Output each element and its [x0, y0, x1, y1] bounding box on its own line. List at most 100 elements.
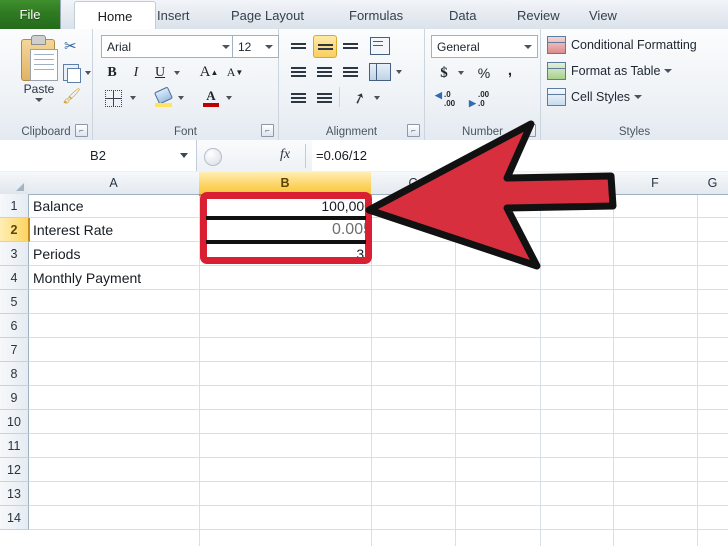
top-align-icon — [290, 42, 306, 49]
cell-a4[interactable]: Monthly Payment — [28, 266, 209, 289]
formula-input[interactable]: =0.06/12 — [312, 140, 728, 171]
chevron-down-icon — [374, 95, 380, 100]
underline-dropdown[interactable] — [171, 62, 183, 83]
cell-a1[interactable]: Balance — [28, 194, 209, 217]
font-size-select[interactable]: 12 — [232, 35, 279, 58]
chevron-down-icon — [178, 96, 184, 100]
row-header-3[interactable]: 3 — [0, 242, 29, 266]
cell-a3[interactable]: Periods — [28, 242, 209, 265]
conditional-formatting-button[interactable]: Conditional Formatting — [547, 34, 697, 56]
shrink-font-letter: A — [226, 65, 236, 79]
increase-decimal-button[interactable]: ◀ .0 .00 — [433, 88, 463, 110]
font-name-value: Arial — [107, 39, 132, 54]
bold-button[interactable]: B — [101, 62, 123, 83]
column-header-d[interactable]: D — [455, 172, 541, 194]
number-dialog-launcher[interactable]: ⌐ — [523, 124, 536, 137]
font-name-select[interactable]: Arial — [101, 35, 236, 58]
row-header-11[interactable]: 11 — [0, 434, 29, 458]
group-label-styles: Styles — [618, 126, 651, 138]
name-box[interactable]: B2 — [0, 140, 197, 171]
decrease-decimal-button[interactable]: ▶ .00 .0 — [467, 88, 497, 110]
format-as-table-button[interactable]: Format as Table — [547, 60, 673, 82]
row-header-4[interactable]: 4 — [0, 266, 29, 290]
tab-formulas[interactable]: Formulas — [340, 2, 412, 29]
ribbon-group-font: Arial 12 B I U A ▲ A ▼ A Font ⌐ — [93, 29, 279, 140]
row-header-10[interactable]: 10 — [0, 410, 29, 434]
paste-button[interactable]: Paste — [14, 35, 64, 102]
spreadsheet-grid[interactable]: A B C D E F G 1 2 3 4 5 6 7 8 9 10 11 12… — [0, 172, 728, 546]
clipboard-small-buttons: ✂ 🖌 — [62, 37, 92, 112]
orientation-button[interactable]: ➚ — [347, 87, 371, 108]
align-center-button[interactable] — [313, 61, 335, 82]
orientation-dropdown[interactable] — [371, 87, 383, 108]
align-right-button[interactable] — [339, 61, 361, 82]
format-painter-button[interactable]: 🖌 — [62, 87, 92, 109]
increase-font-size-button[interactable]: A ▲ — [197, 62, 221, 83]
tab-data[interactable]: Data — [440, 2, 485, 29]
clipboard-dialog-launcher[interactable]: ⌐ — [75, 124, 88, 137]
copy-button[interactable] — [62, 62, 92, 84]
increase-indent-button[interactable] — [313, 87, 335, 108]
font-color-dropdown[interactable] — [223, 87, 235, 109]
percent-style-button[interactable]: % — [473, 62, 495, 84]
insert-function-icon[interactable]: fx — [280, 147, 290, 163]
borders-button[interactable] — [101, 87, 125, 109]
column-header-b[interactable]: B — [199, 172, 372, 196]
column-header-f[interactable]: F — [613, 172, 698, 194]
row-header-6[interactable]: 6 — [0, 314, 29, 338]
accounting-format-dropdown[interactable] — [455, 62, 467, 84]
cell-a2[interactable]: Interest Rate — [28, 218, 209, 241]
tab-view[interactable]: View — [580, 2, 626, 29]
comma-style-button[interactable]: , — [499, 62, 521, 84]
column-header-g[interactable]: G — [697, 172, 728, 194]
align-bottom-button[interactable] — [339, 35, 361, 56]
align-left-button[interactable] — [287, 61, 309, 82]
column-header-row: A B C D E F G — [0, 172, 728, 196]
tab-file[interactable]: File — [0, 0, 61, 29]
tab-review[interactable]: Review — [508, 2, 569, 29]
row-header-5[interactable]: 5 — [0, 290, 29, 314]
accounting-format-button[interactable]: $ — [433, 62, 455, 84]
fill-color-dropdown[interactable] — [175, 87, 187, 109]
row-header-13[interactable]: 13 — [0, 482, 29, 506]
wrap-text-button[interactable] — [367, 35, 393, 56]
row-header-1[interactable]: 1 — [0, 194, 29, 218]
number-format-select[interactable]: General — [431, 35, 538, 58]
decrease-indent-button[interactable] — [287, 87, 309, 108]
row-header-2[interactable]: 2 — [0, 218, 30, 242]
row-header-7[interactable]: 7 — [0, 338, 29, 362]
tab-insert[interactable]: Insert — [148, 2, 199, 29]
chevron-down-icon — [664, 69, 673, 73]
row-header-8[interactable]: 8 — [0, 362, 29, 386]
font-color-button[interactable]: A — [199, 87, 223, 109]
group-label-font: Font — [173, 126, 197, 138]
cell-b1[interactable]: 100,000 — [199, 194, 377, 217]
row-header-14[interactable]: 14 — [0, 506, 29, 530]
select-all-corner[interactable] — [0, 172, 29, 194]
cell-styles-button[interactable]: Cell Styles — [547, 86, 643, 108]
alignment-dialog-launcher[interactable]: ⌐ — [407, 124, 420, 137]
align-top-button[interactable] — [287, 35, 309, 56]
cut-button[interactable]: ✂ — [62, 37, 92, 59]
cell-b3[interactable]: 36 — [199, 242, 377, 265]
tab-home[interactable]: Home — [74, 1, 156, 30]
decrease-font-size-button[interactable]: A ▼ — [223, 62, 247, 83]
excel-window: File Home Insert Page Layout Formulas Da… — [0, 0, 728, 546]
column-header-e[interactable]: E — [540, 172, 614, 194]
merge-dropdown[interactable] — [393, 61, 405, 82]
font-dialog-launcher[interactable]: ⌐ — [261, 124, 274, 137]
borders-dropdown[interactable] — [127, 87, 139, 109]
cell-b2[interactable]: 0.005 — [199, 218, 377, 241]
chevron-down-icon[interactable] — [180, 153, 188, 158]
fill-color-button[interactable] — [151, 86, 175, 109]
merge-and-center-button[interactable] — [367, 61, 393, 82]
row-header-12[interactable]: 12 — [0, 458, 29, 482]
cancel-formula-button[interactable] — [204, 148, 222, 166]
column-header-c[interactable]: C — [371, 172, 456, 194]
tab-page-layout[interactable]: Page Layout — [222, 2, 313, 29]
row-header-9[interactable]: 9 — [0, 386, 29, 410]
column-header-a[interactable]: A — [28, 172, 200, 194]
italic-button[interactable]: I — [125, 62, 147, 83]
underline-button[interactable]: U — [149, 62, 171, 83]
align-middle-button[interactable] — [313, 35, 337, 58]
